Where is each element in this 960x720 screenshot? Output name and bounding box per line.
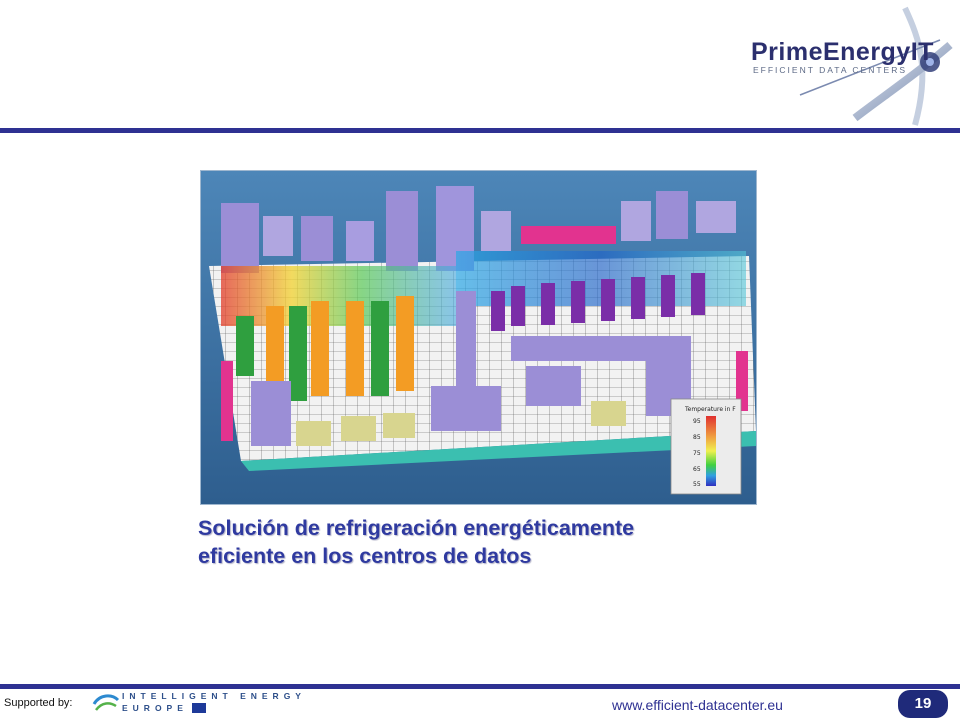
supported-by-label: Supported by: [4,697,73,709]
sponsor-line-1: INTELLIGENT ENERGY [122,691,306,701]
caption-line-2: eficiente en los centros de datos [198,544,532,568]
header-rule [0,128,960,133]
website-link[interactable]: www.efficient-datacenter.eu [612,697,783,713]
data-center-cfd-image: Temperature in F 95 85 75 65 55 [200,170,757,505]
brand-tagline: EFFICIENT DATA CENTERS [753,65,908,75]
footer-rule [0,684,960,689]
primeenergyit-logo: PrimeEnergyIT EFFICIENT DATA CENTERS [745,0,960,130]
brand-name: PrimeEnergyIT [751,38,934,66]
legend-tick: 85 [693,434,701,441]
caption-line-1: Solución de refrigeración energéticament… [198,516,635,540]
cfd-visualization: Temperature in F 95 85 75 65 55 [201,171,756,504]
eu-flag-icon [192,703,206,713]
sponsor-line-2: EUROPE [122,703,188,713]
legend-tick: 65 [693,466,701,473]
iee-swirl-icon [92,694,120,711]
legend-title: Temperature in F [684,406,736,413]
page-number-badge: 19 [898,690,948,718]
legend-tick: 75 [693,450,701,457]
temperature-scale [706,416,716,486]
legend-tick: 95 [693,418,701,425]
legend-tick: 55 [693,481,701,488]
slide-caption: Solución de refrigeración energéticament… [198,514,798,570]
intelligent-energy-europe-logo: INTELLIGENT ENERGY EUROPE [92,690,301,716]
